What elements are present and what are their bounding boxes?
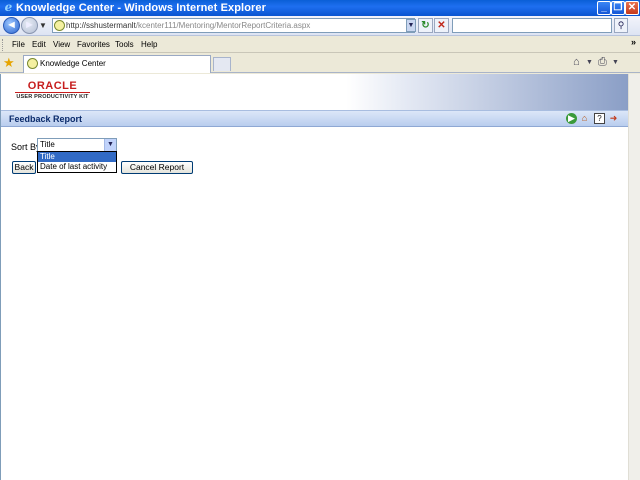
search-input[interactable] — [452, 18, 612, 33]
sort-option-date-last-activity[interactable]: Date of last activity — [38, 162, 116, 172]
toolbar-grip — [2, 39, 5, 51]
page-icon — [27, 58, 38, 69]
tab-bar: ★ Knowledge Center ⌂ ▼ ⎙ ▼ — [0, 53, 640, 73]
home-tool-icon[interactable]: ⌂ — [573, 56, 580, 68]
tab-label: Knowledge Center — [40, 59, 106, 68]
url-host: http://sshustermanlt — [66, 21, 136, 30]
minimize-button[interactable]: _ — [597, 1, 611, 15]
maximize-button[interactable]: ❐ — [611, 1, 625, 15]
go-icon[interactable]: ▶ — [566, 113, 577, 124]
report-header-bar: Feedback Report ▶ ⌂ ? ➜ — [1, 110, 628, 127]
cancel-report-button[interactable]: Cancel Report — [121, 161, 193, 174]
close-button[interactable]: ✕ — [625, 1, 639, 15]
header-banner: ORACLE USER PRODUCTIVITY KIT — [1, 74, 628, 110]
back-button[interactable]: Back — [12, 161, 36, 174]
page-title: Feedback Report — [9, 114, 83, 124]
stop-button[interactable]: ✕ — [434, 18, 449, 33]
sort-by-dropdown-list: Title Date of last activity — [37, 151, 117, 173]
vertical-scrollbar[interactable] — [628, 74, 640, 480]
page-icon — [54, 20, 65, 31]
help-icon[interactable]: ? — [594, 113, 605, 124]
nav-history-dropdown-icon[interactable]: ▼ — [39, 21, 47, 30]
menu-view[interactable]: View — [53, 40, 70, 49]
forward-nav-button[interactable]: ► — [21, 17, 38, 34]
address-bar[interactable]: http://sshustermanlt/kcenter111/Mentorin… — [52, 18, 415, 33]
print-dropdown-icon[interactable]: ▼ — [612, 59, 619, 66]
print-icon[interactable]: ⎙ — [598, 56, 607, 69]
menu-file[interactable]: File — [12, 40, 25, 49]
window-title: Knowledge Center - Windows Internet Expl… — [16, 2, 266, 14]
page-content: ORACLE USER PRODUCTIVITY KIT Feedback Re… — [0, 74, 628, 480]
oracle-logo: ORACLE USER PRODUCTIVITY KIT — [15, 80, 90, 102]
chevron-down-icon[interactable]: ▼ — [104, 139, 116, 151]
logo-brand: ORACLE — [15, 80, 90, 93]
tab-knowledge-center[interactable]: Knowledge Center — [23, 55, 211, 73]
menu-edit[interactable]: Edit — [32, 40, 46, 49]
favorites-star-icon[interactable]: ★ — [3, 55, 15, 70]
menu-favorites[interactable]: Favorites — [77, 40, 110, 49]
chevron-right-icon[interactable]: » — [631, 37, 636, 47]
search-icon[interactable]: ⚲ — [614, 18, 628, 33]
logo-subtitle: USER PRODUCTIVITY KIT — [16, 94, 89, 100]
home-dropdown-icon[interactable]: ▼ — [586, 59, 593, 66]
window-titlebar: e Knowledge Center - Windows Internet Ex… — [0, 0, 640, 16]
internet-explorer-icon: e — [4, 0, 13, 14]
sort-option-title[interactable]: Title — [38, 152, 116, 162]
address-dropdown-icon[interactable]: ▼ — [406, 19, 416, 32]
back-nav-button[interactable]: ◄ — [3, 17, 20, 34]
address-toolbar: ◄ ► ▼ http://sshustermanlt/kcenter111/Me… — [0, 16, 640, 36]
menu-bar: File Edit View Favorites Tools Help » — [0, 37, 640, 53]
sort-by-select[interactable]: Title ▼ — [37, 138, 117, 152]
exit-icon[interactable]: ➜ — [608, 113, 619, 124]
refresh-button[interactable]: ↻ — [418, 18, 433, 33]
url-path: /kcenter111/Mentoring/MentorReportCriter… — [135, 21, 311, 30]
menu-help[interactable]: Help — [141, 40, 157, 49]
home-icon[interactable]: ⌂ — [579, 113, 590, 124]
menu-tools[interactable]: Tools — [115, 40, 134, 49]
sort-selected-value: Title — [40, 140, 55, 149]
new-tab-button[interactable] — [213, 57, 231, 71]
